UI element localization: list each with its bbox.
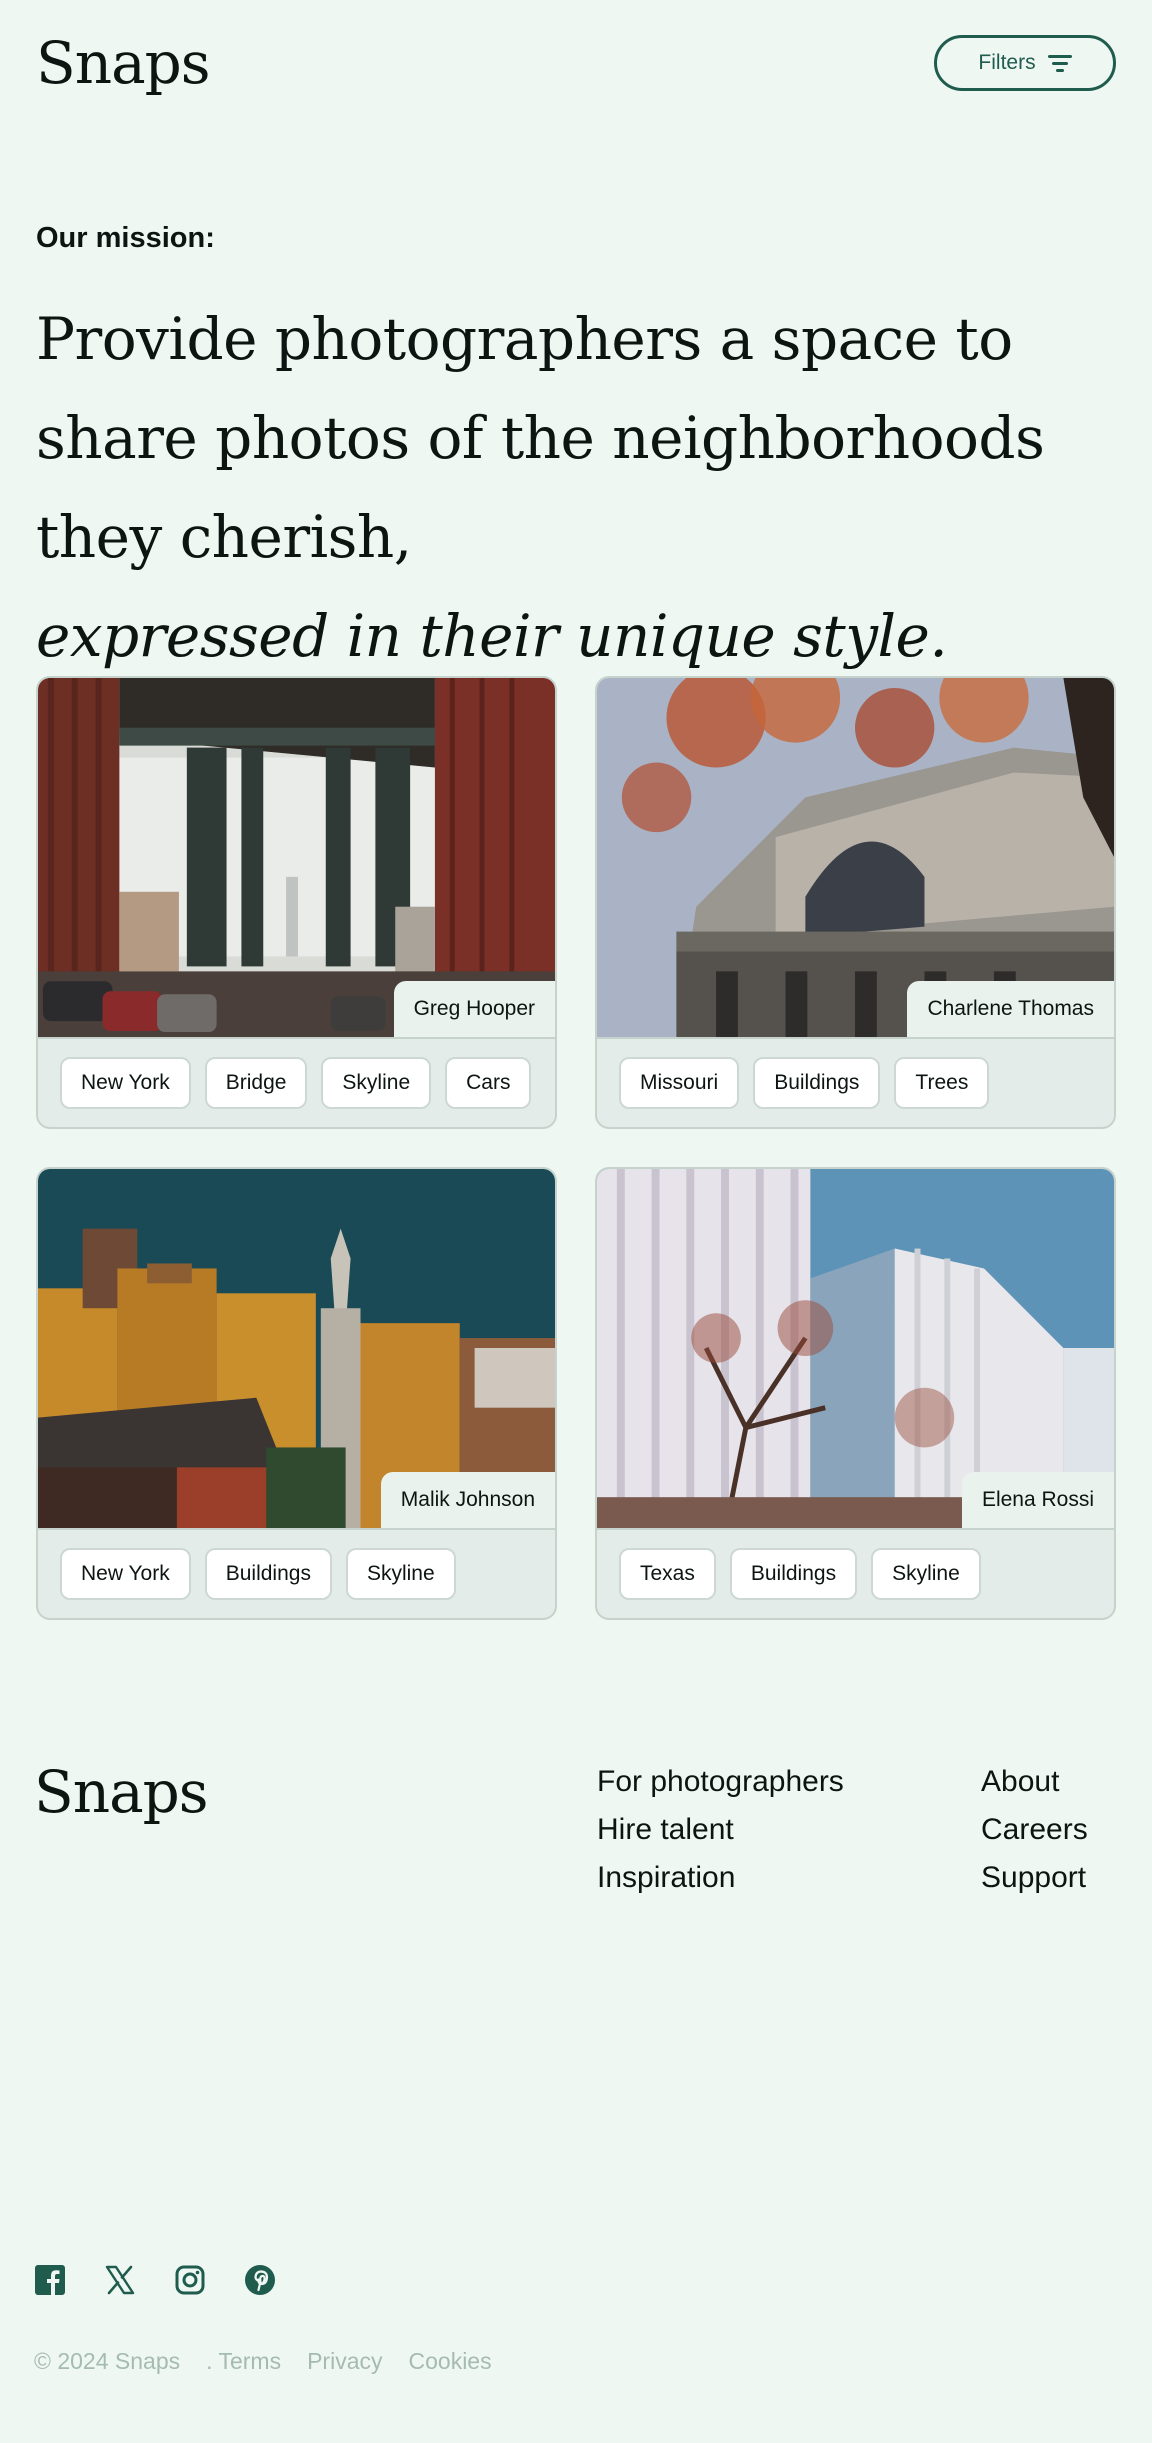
tag[interactable]: Buildings — [729, 1548, 858, 1600]
footer-link-for-photographers[interactable]: For photographers — [597, 1764, 844, 1800]
tag-list: Texas Buildings Skyline — [597, 1530, 1114, 1618]
cookies-link[interactable]: Cookies — [409, 2348, 492, 2375]
photo-card[interactable]: Elena Rossi Texas Buildings Skyline — [595, 1167, 1116, 1620]
x-icon[interactable] — [104, 2264, 136, 2296]
pinterest-icon[interactable] — [244, 2264, 276, 2296]
footer-link-inspiration[interactable]: Inspiration — [597, 1860, 844, 1896]
tag[interactable]: Buildings — [753, 1057, 881, 1109]
legal-bar: © 2024 Snaps . Terms Privacy Cookies — [34, 2348, 518, 2375]
tag[interactable]: Skyline — [345, 1548, 456, 1600]
tag[interactable]: Buildings — [204, 1548, 332, 1600]
logo[interactable]: Snaps — [36, 34, 211, 92]
tag[interactable]: Cars — [445, 1057, 532, 1109]
photographer-credit[interactable]: Charlene Thomas — [907, 981, 1114, 1037]
photo[interactable]: Charlene Thomas — [597, 678, 1114, 1039]
footer-nav-secondary: About Careers Support — [981, 1764, 1088, 1896]
copyright: © 2024 Snaps — [34, 2348, 181, 2374]
facebook-icon[interactable] — [34, 2264, 66, 2296]
footer-logo[interactable]: Snaps — [34, 1758, 209, 1826]
footer-link-careers[interactable]: Careers — [981, 1812, 1088, 1848]
filters-label: Filters — [978, 51, 1036, 74]
photo[interactable]: Elena Rossi — [597, 1169, 1114, 1530]
tag[interactable]: New York — [60, 1057, 191, 1109]
photo-grid: Greg Hooper New York Bridge Skyline Cars — [36, 676, 1116, 1620]
tag-list: New York Bridge Skyline Cars — [38, 1039, 555, 1127]
footer-link-support[interactable]: Support — [981, 1860, 1088, 1896]
photo[interactable]: Malik Johnson — [38, 1169, 555, 1530]
mission-label: Our mission: — [36, 222, 215, 254]
filters-button[interactable]: Filters — [934, 35, 1116, 91]
tag[interactable]: Trees — [894, 1057, 990, 1109]
photo-card[interactable]: Malik Johnson New York Buildings Skyline — [36, 1167, 557, 1620]
footer-link-about[interactable]: About — [981, 1764, 1088, 1800]
footer-link-hire-talent[interactable]: Hire talent — [597, 1812, 844, 1848]
privacy-link[interactable]: Privacy — [307, 2348, 382, 2375]
instagram-icon[interactable] — [174, 2264, 206, 2296]
tag[interactable]: Missouri — [619, 1057, 740, 1109]
tag[interactable]: Bridge — [204, 1057, 308, 1109]
tag-list: New York Buildings Skyline — [38, 1530, 555, 1618]
filter-icon — [1047, 53, 1072, 73]
tag[interactable]: New York — [60, 1548, 191, 1600]
social-links — [34, 2264, 276, 2296]
site-header: Snaps Filters — [36, 28, 1116, 98]
tag[interactable]: Skyline — [321, 1057, 432, 1109]
photographer-credit[interactable]: Greg Hooper — [393, 981, 555, 1037]
footer-nav-primary: For photographers Hire talent Inspiratio… — [597, 1764, 844, 1896]
terms-link[interactable]: . Terms — [206, 2348, 281, 2375]
tag[interactable]: Skyline — [871, 1548, 981, 1600]
photo-card[interactable]: Charlene Thomas Missouri Buildings Trees — [595, 676, 1116, 1129]
photo[interactable]: Greg Hooper — [38, 678, 555, 1039]
mission-statement: Provide photographers a space to share p… — [36, 290, 1126, 686]
mission-italic: expressed in their unique style. — [36, 602, 948, 670]
photo-card[interactable]: Greg Hooper New York Bridge Skyline Cars — [36, 676, 557, 1129]
tag-list: Missouri Buildings Trees — [597, 1039, 1114, 1127]
photographer-credit[interactable]: Elena Rossi — [961, 1472, 1114, 1528]
mission-text: Provide photographers a space to share p… — [36, 305, 1045, 571]
photographer-credit[interactable]: Malik Johnson — [380, 1472, 555, 1528]
tag[interactable]: Texas — [619, 1548, 716, 1600]
